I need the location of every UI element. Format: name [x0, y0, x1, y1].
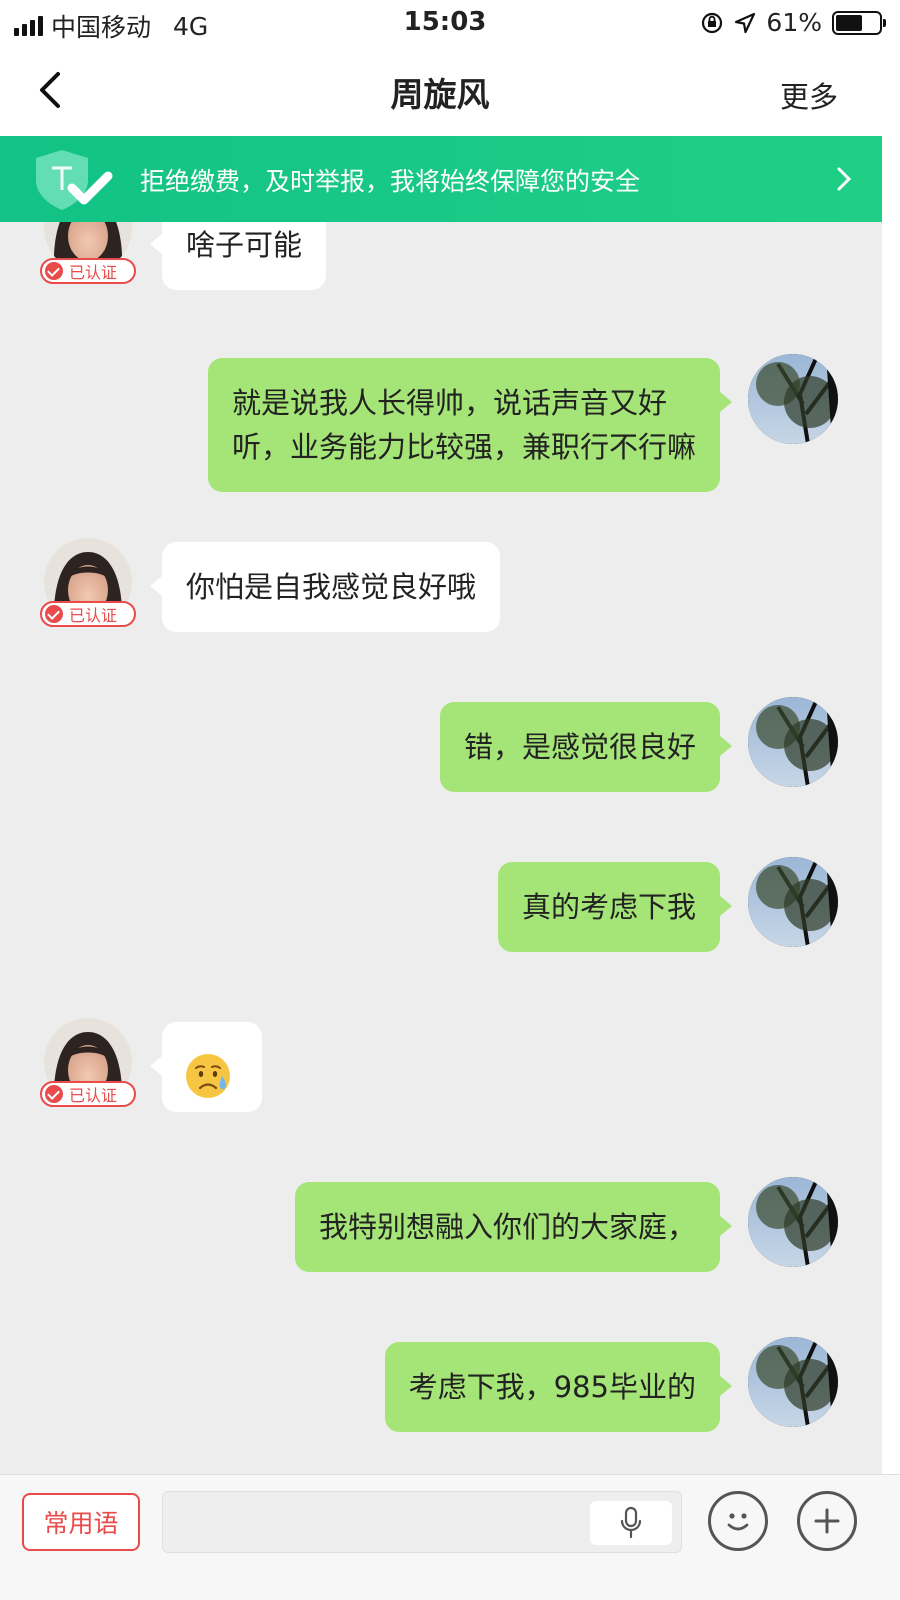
verified-badge: 已认证 — [40, 258, 136, 284]
location-icon — [735, 12, 756, 33]
verified-label: 已认证 — [69, 263, 118, 282]
nav-bar: 周旋风 更多 — [0, 44, 900, 136]
shield-check-icon — [36, 150, 113, 210]
more-button[interactable]: 更多 — [780, 74, 838, 116]
orientation-lock-icon — [702, 12, 723, 33]
message-bubble[interactable]: 真的考虑下我 — [497, 862, 733, 952]
plus-icon — [814, 1508, 840, 1534]
message-bubble[interactable]: 就是说我人长得帅，说话声音又好 听，业务能力比较强，兼职行不行嘛 — [207, 358, 733, 492]
battery-fill — [836, 14, 862, 31]
battery-icon — [832, 10, 886, 35]
message-bubble[interactable]: 啥子可能 — [149, 222, 327, 290]
user-avatar[interactable] — [748, 1337, 838, 1427]
message-bubble[interactable]: 你怕是自我感觉良好哦 — [149, 542, 501, 632]
verified-label: 已认证 — [69, 606, 118, 625]
status-bar: 中国移动 4G 15:03 61% — [0, 0, 900, 44]
message-text: 我特别想融入你们的大家庭， — [318, 1210, 696, 1244]
battery-percent: 61% — [766, 8, 822, 37]
common-phrases-button[interactable]: 常用语 — [22, 1493, 140, 1551]
message-text: 考虑下我，985毕业的 — [408, 1370, 696, 1404]
message-text: 错，是感觉很良好 — [463, 730, 696, 764]
safety-banner[interactable]: 拒绝缴费，及时举报，我将始终保障您的安全 — [0, 136, 882, 222]
chat-screen: 中国移动 4G 15:03 61% 周旋风 更多 拒绝缴费，及时举报，我将始终保… — [0, 0, 900, 1600]
banner-text: 拒绝缴费，及时举报，我将始终保障您的安全 — [140, 167, 641, 196]
message-bubble[interactable]: 我特别想融入你们的大家庭， — [294, 1182, 733, 1272]
message-text: 啥子可能 — [186, 228, 303, 262]
message-text: 你怕是自我感觉良好哦 — [186, 570, 477, 604]
voice-button[interactable] — [590, 1501, 672, 1545]
message-bubble[interactable]: 错，是感觉很良好 — [439, 702, 733, 792]
user-avatar[interactable] — [748, 857, 838, 947]
verified-label: 已认证 — [69, 1086, 118, 1105]
chevron-right-icon — [837, 167, 852, 191]
user-avatar[interactable] — [748, 697, 838, 787]
message-text-line: 就是说我人长得帅，说话声音又好 — [231, 386, 667, 420]
user-avatar[interactable] — [748, 1177, 838, 1267]
status-right: 61% — [700, 8, 886, 37]
emoji-button[interactable] — [708, 1491, 768, 1551]
more-actions-button[interactable] — [797, 1491, 857, 1551]
microphone-icon — [620, 1506, 642, 1539]
verified-badge: 已认证 — [40, 601, 136, 627]
sad-sweat-emoji — [186, 1054, 230, 1098]
message-list[interactable]: 已认证 啥子可能 就是说我人长得帅，说话声音又好 听，业务能力比较强，兼职行不行… — [0, 222, 882, 1474]
user-avatar[interactable] — [748, 354, 838, 444]
message-text: 真的考虑下我 — [521, 890, 696, 924]
message-bubble[interactable] — [150, 1022, 262, 1112]
smiley-icon — [727, 1513, 749, 1531]
page-title: 周旋风 — [390, 75, 490, 114]
message-bubble[interactable]: 考虑下我，985毕业的 — [384, 1342, 733, 1432]
input-bar: 常用语 — [0, 1474, 900, 1600]
verified-badge: 已认证 — [40, 1081, 136, 1107]
message-text-line: 听，业务能力比较强，兼职行不行嘛 — [231, 430, 696, 464]
